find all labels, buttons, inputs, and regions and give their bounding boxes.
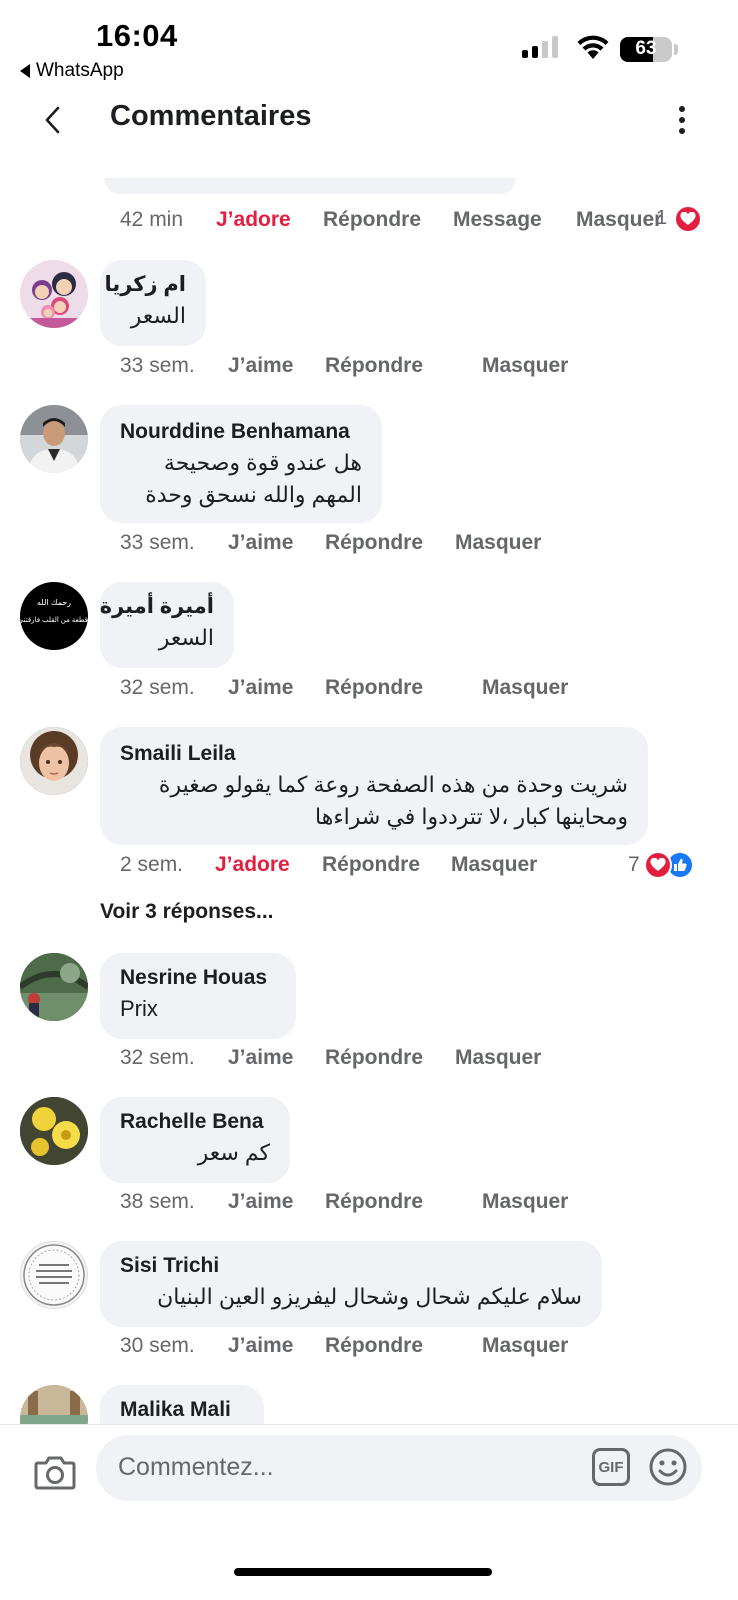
comment-bubble[interactable]: Nesrine Houas Prix <box>100 953 296 1039</box>
avatar[interactable] <box>20 953 88 1021</box>
message-button[interactable]: Message <box>453 208 542 232</box>
reply-button[interactable]: Répondre <box>325 1046 423 1070</box>
view-replies-link[interactable]: Voir 3 réponses... <box>100 900 274 924</box>
back-arrow-icon[interactable] <box>36 102 72 138</box>
comment-author: ام زكريا <box>104 273 186 296</box>
comment-time: 33 sem. <box>120 354 195 377</box>
reply-button[interactable]: Répondre <box>325 354 423 378</box>
comment-author: Rachelle Bena <box>120 1110 264 1133</box>
hide-button[interactable]: Masquer <box>482 676 568 700</box>
cellular-signal-icon <box>522 36 558 58</box>
comment-text: سلام عليكم شحال وشحال ليفريزو العين البن… <box>157 1284 582 1309</box>
avatar[interactable] <box>20 727 88 795</box>
reply-button[interactable]: Répondre <box>325 676 423 700</box>
hide-button[interactable]: Masquer <box>451 853 537 877</box>
avatar[interactable] <box>20 1097 88 1165</box>
reply-button[interactable]: Répondre <box>325 1334 423 1358</box>
previous-comment-bubble <box>104 178 516 194</box>
love-button[interactable]: J’adore <box>215 853 290 877</box>
page-header: Commentaires <box>0 90 738 150</box>
reply-button[interactable]: Répondre <box>325 531 423 555</box>
avatar[interactable] <box>20 1241 88 1309</box>
comment-author: Malika Mali <box>120 1398 231 1421</box>
comment-bubble[interactable]: Sisi Trichi سلام عليكم شحال وشحال ليفريز… <box>100 1241 602 1327</box>
like-button[interactable]: J’aime <box>228 1334 293 1358</box>
comment-bubble[interactable]: Nourddine Benhamana هل عندو قوة وصحيحة ا… <box>100 405 382 523</box>
reaction-summary[interactable]: 7 <box>628 851 694 879</box>
comment-text-line: المهم والله نسحق وحدة <box>145 482 362 507</box>
heart-reaction-icon <box>643 851 672 879</box>
status-time: 16:04 <box>96 18 178 53</box>
comment-text: السعر <box>130 303 186 328</box>
comment-time: 32 sem. <box>120 1046 195 1069</box>
emoji-icon[interactable] <box>648 1447 688 1487</box>
reply-button[interactable]: Répondre <box>325 1190 423 1214</box>
comment-author: أميرة أميرة <box>99 595 214 618</box>
comment-time: 42 min <box>120 208 184 231</box>
comment-author: Nesrine Houas <box>120 966 268 989</box>
back-to-app-link[interactable]: WhatsApp <box>20 60 124 82</box>
hide-button[interactable]: Masquer <box>576 208 662 232</box>
comment-text: Prix <box>120 996 158 1021</box>
comment-author: Smaili Leila <box>120 742 236 765</box>
reply-button[interactable]: Répondre <box>322 853 420 877</box>
heart-reaction-icon <box>674 205 702 233</box>
comment-input-placeholder: Commentez... <box>118 1453 274 1481</box>
comment-text-line: ومحاينها كبار ،لا تترددوا في شراءها <box>315 804 628 829</box>
comment-time: 33 sem. <box>120 531 195 554</box>
hide-button[interactable]: Masquer <box>455 1046 541 1070</box>
like-button[interactable]: J’aime <box>228 1190 293 1214</box>
comment-bubble[interactable]: أميرة أميرة السعر <box>100 582 234 668</box>
comment-text: كم سعر <box>197 1140 270 1165</box>
hide-button[interactable]: Masquer <box>482 1334 568 1358</box>
more-options-icon[interactable] <box>670 102 694 138</box>
hide-button[interactable]: Masquer <box>482 1190 568 1214</box>
comment-bubble[interactable]: Smaili Leila شريت وحدة من هذه الصفحة روع… <box>100 727 648 845</box>
love-button[interactable]: J’adore <box>216 208 291 232</box>
avatar[interactable]: رحمك الله قطعة من القلب فارقتني <box>20 582 88 650</box>
comment-text: السعر <box>158 625 214 650</box>
comment-time: 38 sem. <box>120 1190 195 1213</box>
comment-bubble[interactable]: ام زكريا السعر <box>100 260 206 346</box>
reaction-count: 7 <box>628 853 640 876</box>
comment-time: 32 sem. <box>120 676 195 699</box>
camera-icon[interactable] <box>34 1453 76 1491</box>
hide-button[interactable]: Masquer <box>482 354 568 378</box>
battery-percentage: 63 <box>635 38 657 59</box>
hide-button[interactable]: Masquer <box>455 531 541 555</box>
like-button[interactable]: J’aime <box>228 531 293 555</box>
comment-text-line: شريت وحدة من هذه الصفحة روعة كما يقولو ص… <box>158 772 628 797</box>
comment-input[interactable]: Commentez... GIF <box>96 1435 702 1501</box>
like-button[interactable]: J’aime <box>228 354 293 378</box>
comment-time: 2 sem. <box>120 853 184 876</box>
comment-bubble[interactable]: Rachelle Bena كم سعر <box>100 1097 290 1183</box>
gif-button[interactable]: GIF <box>592 1448 630 1486</box>
like-button[interactable]: J’aime <box>228 676 293 700</box>
wifi-icon <box>577 35 609 59</box>
avatar[interactable] <box>20 405 88 473</box>
comment-text-line: هل عندو قوة وصحيحة <box>163 450 362 475</box>
comment-time: 30 sem. <box>120 1334 195 1357</box>
comment-author: Sisi Trichi <box>120 1254 220 1277</box>
avatar[interactable] <box>20 260 88 328</box>
like-button[interactable]: J’aime <box>228 1046 293 1070</box>
comment-composer: Commentez... GIF <box>0 1424 738 1544</box>
home-indicator <box>234 1568 492 1576</box>
comments-feed[interactable]: 42 min J’adore Répondre Message Masquer … <box>0 150 738 1446</box>
comment-author: Nourddine Benhamana <box>120 420 350 443</box>
back-app-label: WhatsApp <box>36 60 124 81</box>
page-title: Commentaires <box>110 100 312 132</box>
reply-button[interactable]: Répondre <box>323 208 421 232</box>
status-bar: 16:04 WhatsApp 63 <box>0 0 738 90</box>
battery-icon: 63 <box>620 37 672 62</box>
back-triangle-icon <box>20 64 30 78</box>
